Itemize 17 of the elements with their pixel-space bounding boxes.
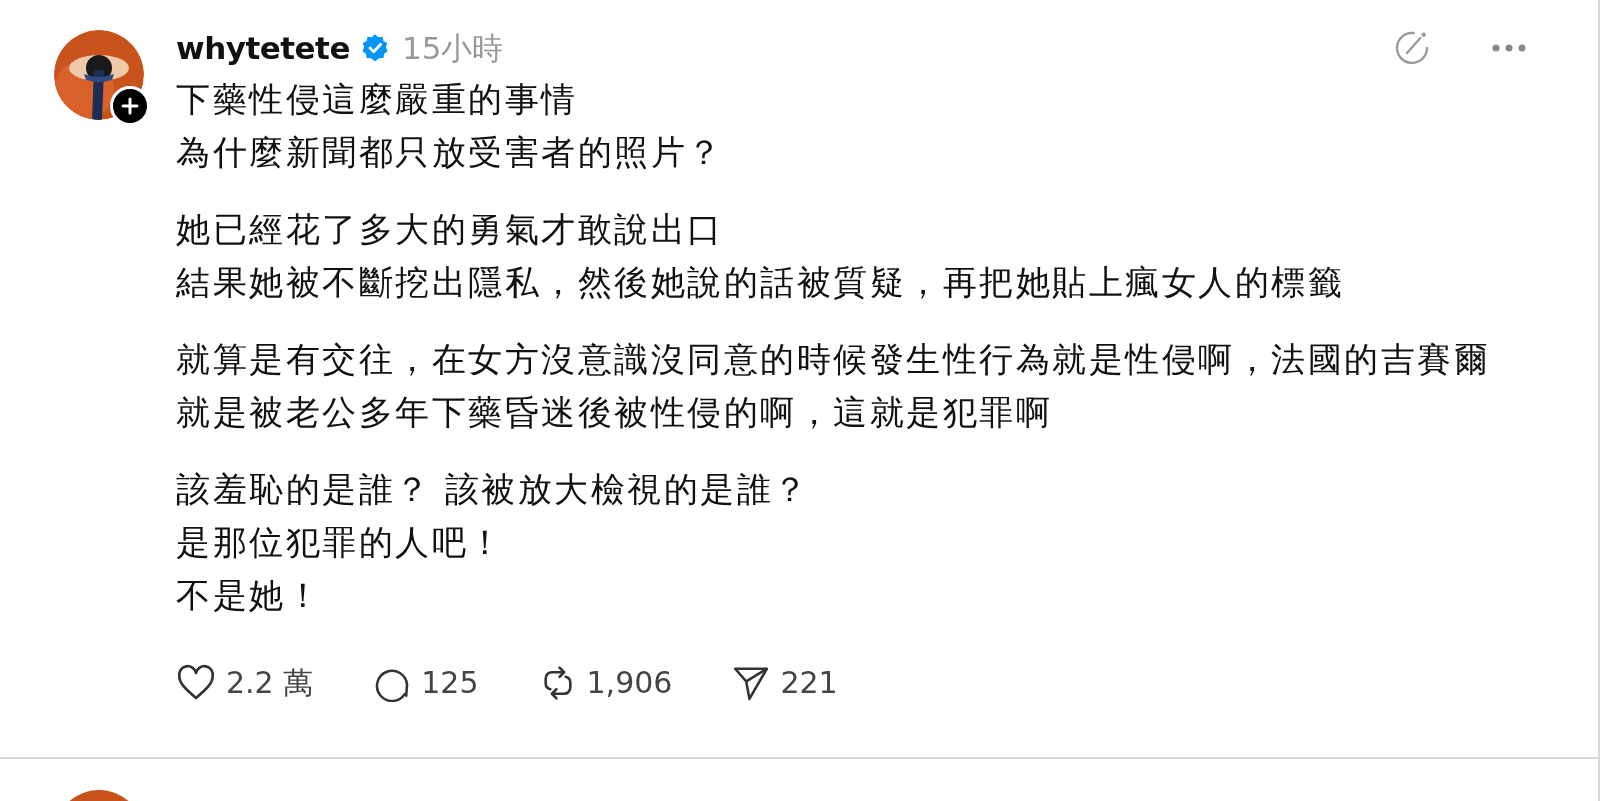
post-text-line: 不是她！ [176,574,323,617]
comment-button[interactable]: 125 [373,660,479,705]
heart-icon [176,663,216,702]
repost-button[interactable]: 1,906 [538,660,673,705]
post-text-line: 就算是有交往，在女方沒意識沒同意的時候發生性行為就是性侵啊，法國的吉賽爾 [176,338,1491,381]
more-options-icon[interactable] [1492,43,1526,53]
post-text-line: 結果她被不斷挖出隱私，然後她說的話被質疑，再把她貼上瘋女人的標籤 [176,261,1345,304]
like-button[interactable]: 2.2 萬 [176,660,314,705]
post-time: 15小時 [401,28,504,68]
share-button[interactable]: 221 [732,660,838,705]
post-text-line: 是那位犯罪的人吧！ [176,521,506,564]
post-text-line: 下藥性侵這麼嚴重的事情 [176,78,579,121]
post-text-line: 該羞恥的是誰？ 該被放大檢視的是誰？ [176,468,811,511]
username[interactable]: whytetete [176,24,350,72]
post-text-line: 就是被老公多年下藥昏迷後被性侵的啊，這就是犯罪啊 [176,391,1053,434]
post-text-line: 她已經花了多大的勇氣才敢說出口 [176,208,725,251]
post-text-line: 為什麼新聞都只放受害者的照片？ [176,131,725,174]
